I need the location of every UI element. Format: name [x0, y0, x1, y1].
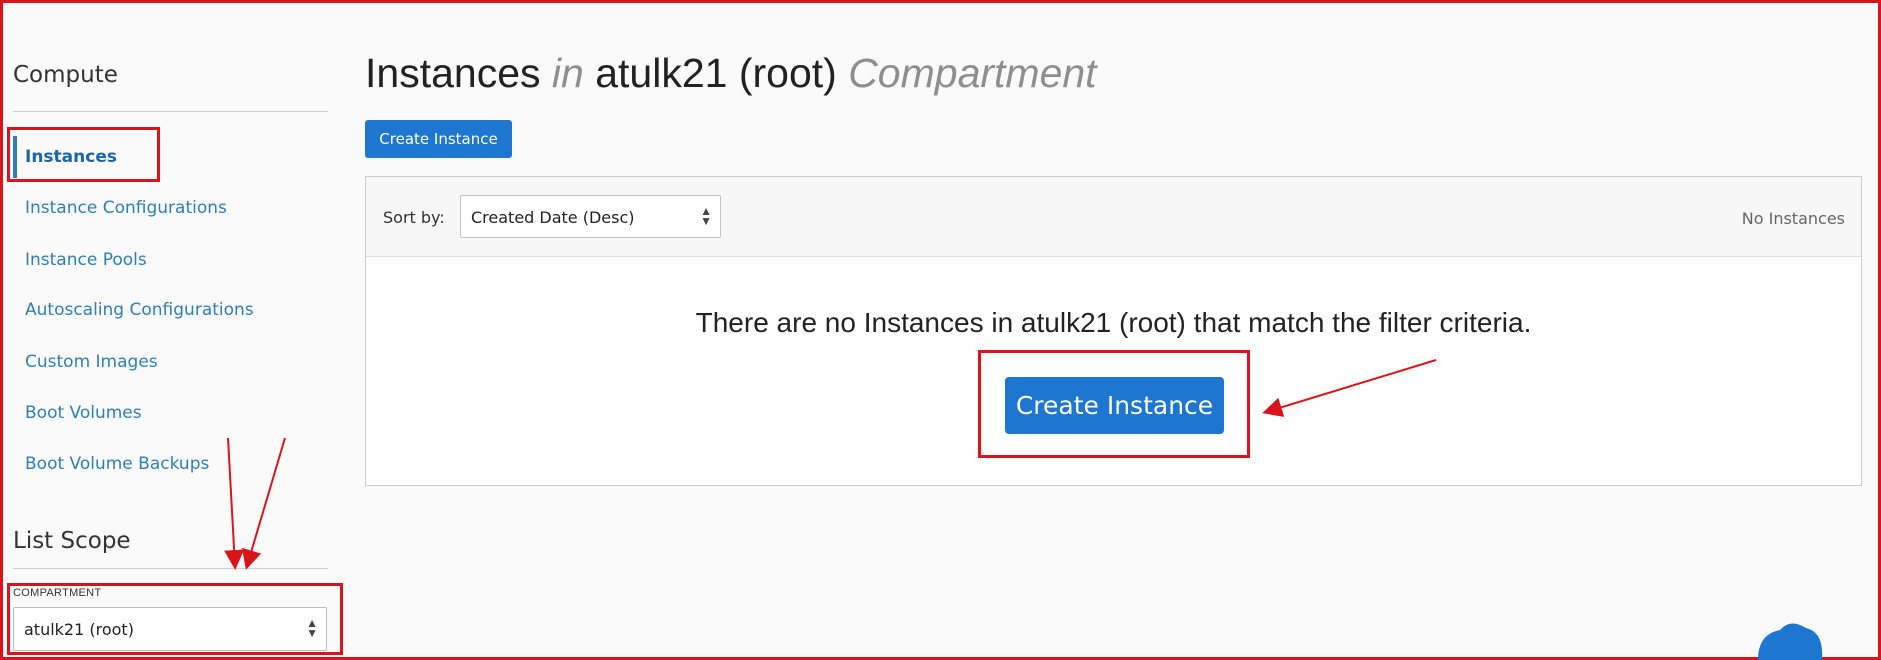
arrow-to-create-button [1262, 359, 1437, 417]
arrow-to-compartment-1 [224, 437, 245, 570]
annotation-arrows [224, 359, 1437, 570]
arrow-to-compartment-2 [241, 437, 286, 570]
chat-bubble-icon[interactable] [1754, 620, 1824, 660]
